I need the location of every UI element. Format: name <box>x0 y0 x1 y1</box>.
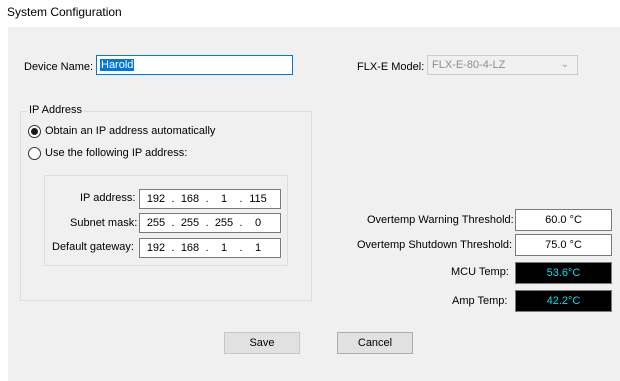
model-select[interactable]: FLX-E-80-4-LZ ⌄ <box>427 55 578 75</box>
ip-octet-2: 168 <box>180 193 200 205</box>
model-label: FLX-E Model: <box>357 61 425 73</box>
amp-temp-label: Amp Temp: <box>452 295 508 307</box>
radio-obtain-auto-label[interactable]: Obtain an IP address automatically <box>45 125 215 137</box>
ip-address-label: IP address: <box>80 192 136 204</box>
radio-use-following[interactable] <box>28 147 41 160</box>
ip-octet-1: 192 <box>146 193 166 205</box>
subnet-octet-3: 255 <box>214 217 234 229</box>
device-name-value: Harold <box>100 59 135 71</box>
subnet-octet-1: 255 <box>146 217 166 229</box>
ip-octet-4: 115 <box>249 193 267 205</box>
subnet-mask-input[interactable]: 255. 255. 255. 0 <box>139 213 281 233</box>
subnet-octet-2: 255 <box>180 217 200 229</box>
radio-obtain-auto[interactable] <box>28 125 41 138</box>
amp-temp-readout: 42.2°C <box>515 290 612 312</box>
save-button[interactable]: Save <box>224 332 300 354</box>
mcu-temp-readout: 53.6°C <box>515 262 612 284</box>
ip-address-group-title: IP Address <box>27 104 84 116</box>
overtemp-shutdown-input[interactable]: 75.0 °C <box>515 234 612 256</box>
radio-use-following-label[interactable]: Use the following IP address: <box>45 147 187 159</box>
device-name-input[interactable]: Harold <box>96 55 293 75</box>
default-gateway-input[interactable]: 192. 168. 1. 1 <box>139 238 281 258</box>
default-gateway-label: Default gateway: <box>52 241 134 253</box>
chevron-down-icon: ⌄ <box>560 59 569 70</box>
overtemp-warning-label: Overtemp Warning Threshold: <box>367 214 514 226</box>
gateway-octet-1: 192 <box>146 242 166 254</box>
subnet-mask-label: Subnet mask: <box>70 217 138 229</box>
overtemp-warning-input[interactable]: 60.0 °C <box>515 209 612 231</box>
ip-octet-3: 1 <box>220 193 228 205</box>
overtemp-shutdown-label: Overtemp Shutdown Threshold: <box>357 239 513 251</box>
gateway-octet-2: 168 <box>180 242 200 254</box>
device-name-label: Device Name: <box>24 61 94 73</box>
mcu-temp-label: MCU Temp: <box>451 266 509 278</box>
gateway-octet-3: 1 <box>220 242 228 254</box>
window-title: System Configuration <box>7 5 122 19</box>
model-select-value: FLX-E-80-4-LZ <box>432 59 506 71</box>
subnet-octet-4: 0 <box>254 217 262 229</box>
gateway-octet-4: 1 <box>254 242 262 254</box>
cancel-button[interactable]: Cancel <box>337 332 413 354</box>
ip-address-input[interactable]: 192. 168. 1. 115 <box>139 189 281 209</box>
